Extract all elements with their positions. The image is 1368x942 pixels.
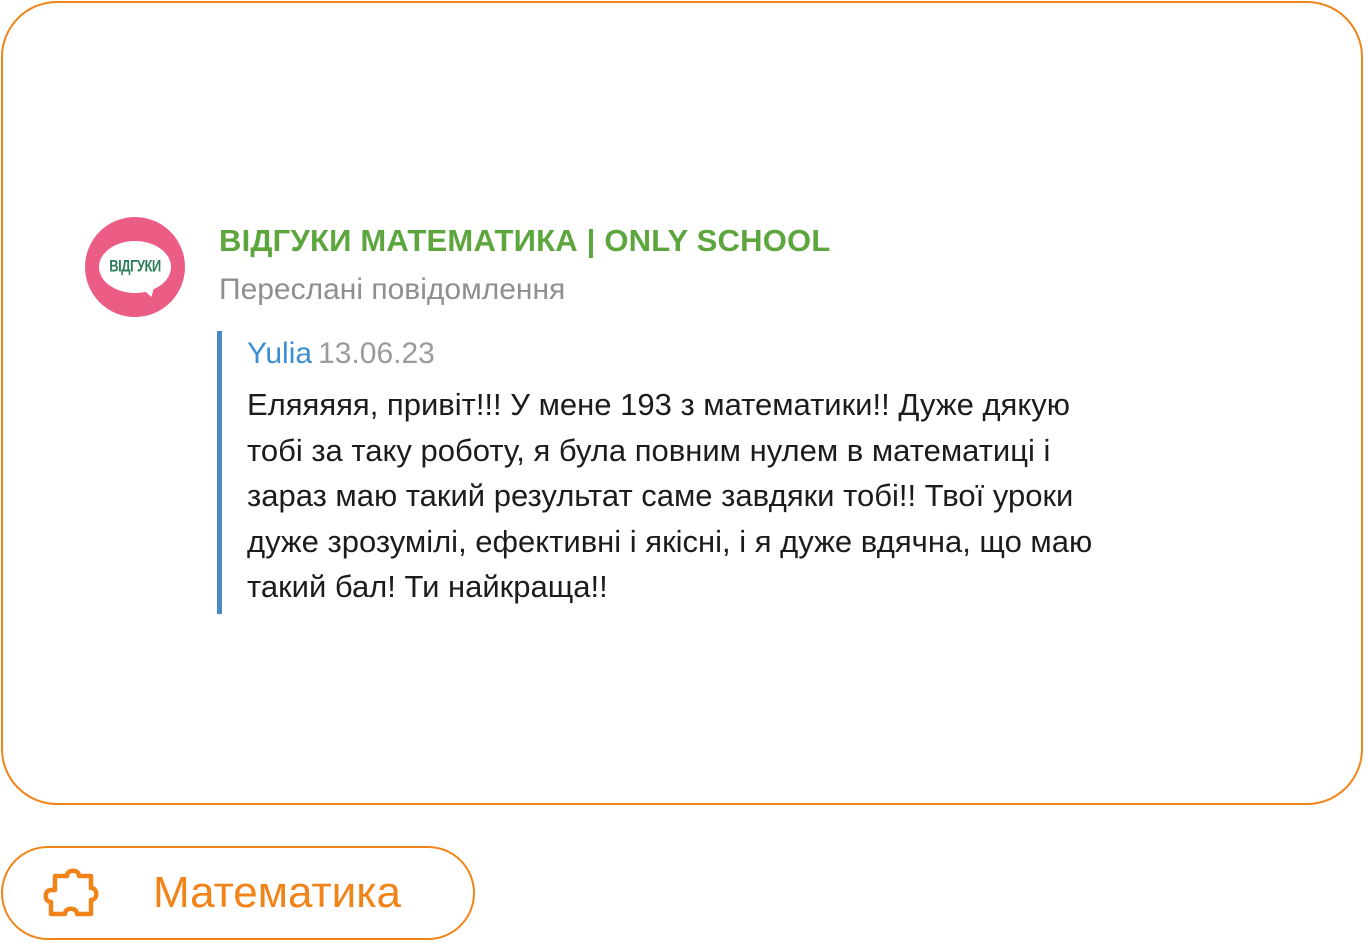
- quote-line: зараз маю такий результат саме завдяки т…: [247, 478, 1074, 513]
- quote-line: Еляяяяя, привіт!!! У мене 193 з математи…: [247, 387, 1070, 422]
- forwarded-label: Переслані повідомлення: [219, 273, 566, 306]
- quote-author[interactable]: Yulia: [247, 337, 312, 370]
- review-card: ВІДГУКИ ВІДГУКИ МАТЕМАТИКА | ONLY SCHOOL…: [1, 1, 1363, 805]
- quote-line: тобі за таку роботу, я була повним нулем…: [247, 432, 1051, 468]
- subject-tag[interactable]: Математика: [1, 846, 475, 940]
- channel-name[interactable]: ВІДГУКИ МАТЕМАТИКА | ONLY SCHOOL: [219, 223, 830, 259]
- quote-text: Еляяяяя, привіт!!! У мене 193 з математи…: [247, 382, 1327, 610]
- quote-meta: Yulia 13.06.23: [247, 337, 435, 371]
- avatar-label: ВІДГУКИ: [109, 255, 161, 276]
- tag-label: Математика: [153, 868, 401, 917]
- channel-avatar[interactable]: ВІДГУКИ: [85, 217, 185, 317]
- puzzle-piece-icon: [43, 868, 99, 917]
- quote-date: 13.06.23: [318, 337, 435, 370]
- forwarded-message-quote: Yulia 13.06.23 Еляяяяя, привіт!!! У мене …: [217, 331, 1317, 614]
- quote-line: дуже зрозумілі, ефективні і якісні, і я …: [247, 523, 1093, 559]
- quote-line: такий бал! Ти найкраща!!: [247, 569, 608, 604]
